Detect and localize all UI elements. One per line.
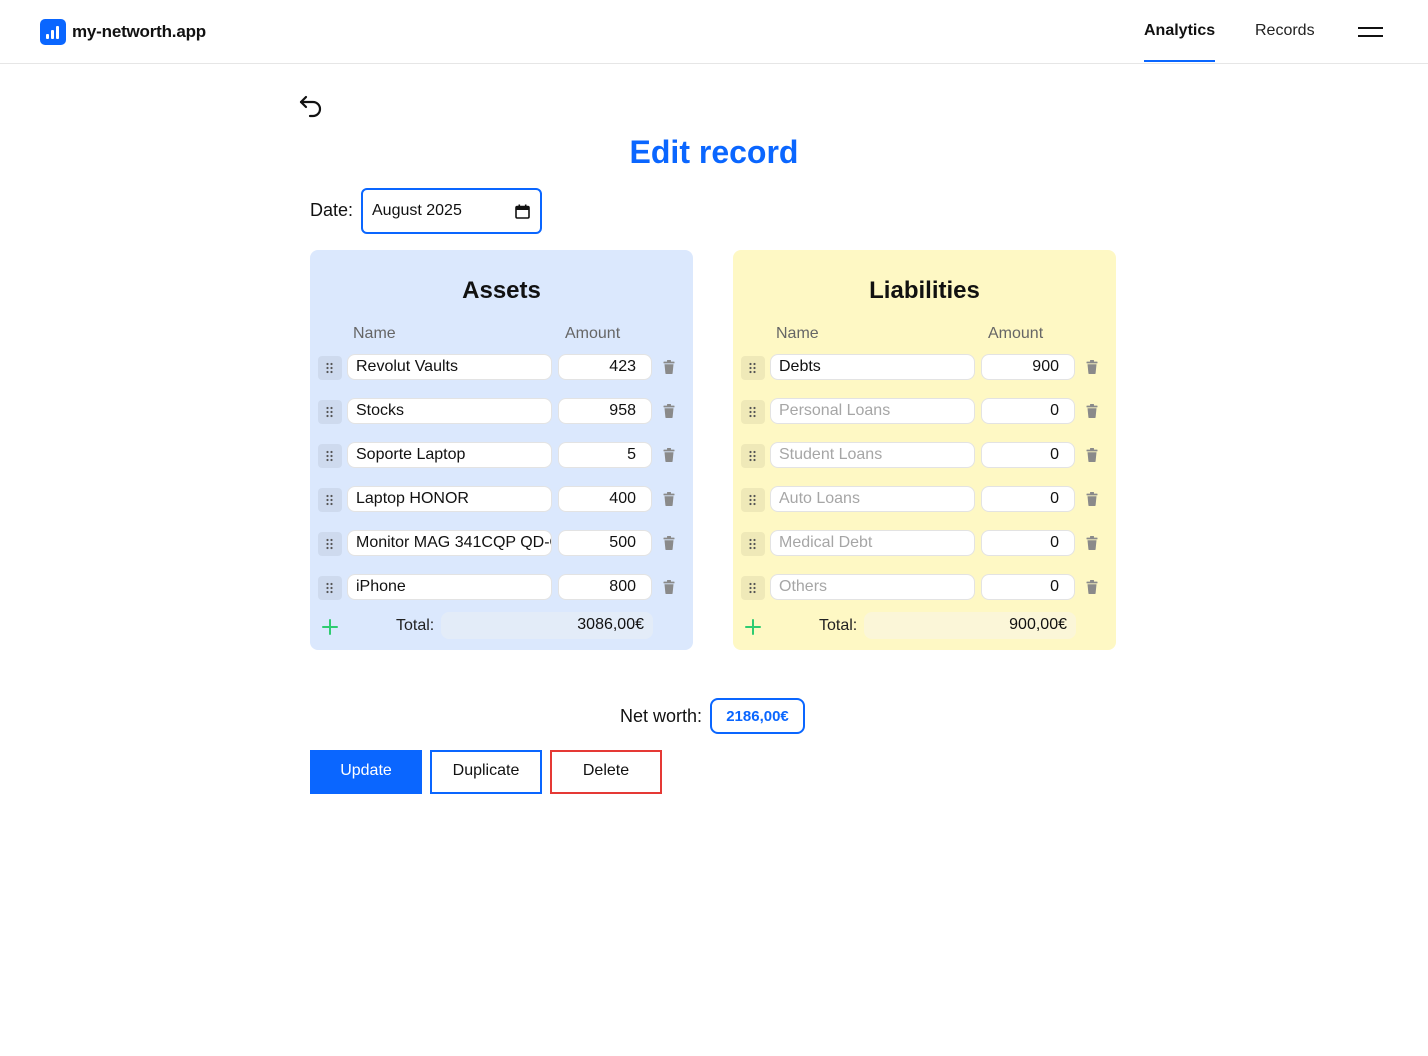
asset-amount-input[interactable]: 958 bbox=[558, 398, 652, 424]
hamburger-icon[interactable] bbox=[1358, 26, 1384, 38]
drag-handle-icon[interactable] bbox=[741, 444, 765, 468]
asset-name-input[interactable]: Revolut Vaults bbox=[347, 354, 552, 380]
page-title: Edit record bbox=[629, 134, 799, 170]
drag-handle-icon[interactable] bbox=[318, 356, 342, 380]
drag-handle-icon[interactable] bbox=[741, 488, 765, 512]
trash-icon[interactable] bbox=[1086, 448, 1098, 462]
liability-amount-input[interactable]: 0 bbox=[981, 574, 1075, 600]
brand-link[interactable]: my-networth.app bbox=[40, 19, 206, 45]
liability-name-input[interactable]: Student Loans bbox=[770, 442, 975, 468]
asset-row: Laptop HONOR 400 bbox=[310, 486, 693, 514]
asset-row: Soporte Laptop 5 bbox=[310, 442, 693, 470]
drag-handle-icon[interactable] bbox=[318, 576, 342, 600]
asset-row: Stocks 958 bbox=[310, 398, 693, 426]
drag-handle-icon[interactable] bbox=[741, 576, 765, 600]
asset-amount-input[interactable]: 5 bbox=[558, 442, 652, 468]
trash-icon[interactable] bbox=[1086, 404, 1098, 418]
trash-icon[interactable] bbox=[663, 448, 675, 462]
liability-row: Personal Loans 0 bbox=[733, 398, 1116, 426]
date-input[interactable]: August 2025 bbox=[361, 188, 542, 234]
drag-handle-icon[interactable] bbox=[318, 488, 342, 512]
asset-amount-input[interactable]: 800 bbox=[558, 574, 652, 600]
bar-chart-icon bbox=[40, 19, 66, 45]
trash-icon[interactable] bbox=[663, 536, 675, 550]
asset-amount-input[interactable]: 400 bbox=[558, 486, 652, 512]
trash-icon[interactable] bbox=[1086, 492, 1098, 506]
asset-amount-input[interactable]: 423 bbox=[558, 354, 652, 380]
liability-row: Auto Loans 0 bbox=[733, 486, 1116, 514]
calendar-icon[interactable] bbox=[515, 204, 530, 219]
undo-arrow-icon[interactable] bbox=[298, 92, 326, 118]
asset-row: iPhone 800 bbox=[310, 574, 693, 602]
liabilities-col-name: Name bbox=[776, 325, 819, 342]
trash-icon[interactable] bbox=[663, 360, 675, 374]
networth-value: 2186,00€ bbox=[710, 698, 805, 734]
liability-amount-input[interactable]: 0 bbox=[981, 486, 1075, 512]
liabilities-total-value: 900,00€ bbox=[864, 612, 1076, 639]
liability-amount-input[interactable]: 0 bbox=[981, 398, 1075, 424]
trash-icon[interactable] bbox=[663, 404, 675, 418]
duplicate-button[interactable]: Duplicate bbox=[430, 750, 542, 794]
asset-name-input[interactable]: Stocks bbox=[347, 398, 552, 424]
liabilities-total-label: Total: bbox=[819, 617, 858, 634]
asset-row: Monitor MAG 341CQP QD-OLED500 bbox=[310, 530, 693, 558]
networth-label: Net worth: bbox=[620, 706, 703, 726]
trash-icon[interactable] bbox=[1086, 360, 1098, 374]
add-asset-button[interactable] bbox=[320, 617, 340, 637]
trash-icon[interactable] bbox=[1086, 536, 1098, 550]
asset-name-input[interactable]: iPhone bbox=[347, 574, 552, 600]
trash-icon[interactable] bbox=[663, 492, 675, 506]
liability-name-input[interactable]: Medical Debt bbox=[770, 530, 975, 556]
liability-row: Debts 900 bbox=[733, 354, 1116, 382]
assets-total-label: Total: bbox=[396, 617, 435, 634]
asset-name-input[interactable]: Laptop HONOR bbox=[347, 486, 552, 512]
liability-name-input[interactable]: Debts bbox=[770, 354, 975, 380]
liability-row: Medical Debt 0 bbox=[733, 530, 1116, 558]
liability-amount-input[interactable]: 900 bbox=[981, 354, 1075, 380]
update-button[interactable]: Update bbox=[310, 750, 422, 794]
add-liability-button[interactable] bbox=[743, 617, 763, 637]
liability-row: Student Loans 0 bbox=[733, 442, 1116, 470]
liability-amount-input[interactable]: 0 bbox=[981, 530, 1075, 556]
liabilities-panel: Liabilities Name Amount Debts 900 Personal… bbox=[733, 250, 1116, 650]
assets-col-amount: Amount bbox=[565, 325, 621, 342]
delete-button[interactable]: Delete bbox=[550, 750, 662, 794]
asset-amount-input[interactable]: 500 bbox=[558, 530, 652, 556]
liabilities-title: Liabilities bbox=[869, 277, 980, 304]
drag-handle-icon[interactable] bbox=[741, 400, 765, 424]
liability-name-input[interactable]: Personal Loans bbox=[770, 398, 975, 424]
top-navbar: my-networth.app Analytics Records bbox=[0, 0, 1428, 64]
trash-icon[interactable] bbox=[663, 580, 675, 594]
trash-icon[interactable] bbox=[1086, 580, 1098, 594]
drag-handle-icon[interactable] bbox=[318, 444, 342, 468]
assets-col-name: Name bbox=[353, 325, 396, 342]
asset-row: Revolut Vaults 423 bbox=[310, 354, 693, 382]
date-label: Date: bbox=[310, 200, 354, 220]
liabilities-col-amount: Amount bbox=[988, 325, 1044, 342]
assets-title: Assets bbox=[462, 277, 541, 304]
nav-records[interactable]: Records bbox=[1255, 22, 1315, 40]
brand-name: my-networth.app bbox=[72, 22, 206, 41]
asset-name-input[interactable]: Soporte Laptop bbox=[347, 442, 552, 468]
drag-handle-icon[interactable] bbox=[318, 400, 342, 424]
drag-handle-icon[interactable] bbox=[741, 356, 765, 380]
drag-handle-icon[interactable] bbox=[318, 532, 342, 556]
liability-name-input[interactable]: Others bbox=[770, 574, 975, 600]
liability-amount-input[interactable]: 0 bbox=[981, 442, 1075, 468]
assets-panel: Assets Name Amount Revolut Vaults 423 Stoc… bbox=[310, 250, 693, 650]
asset-name-input[interactable]: Monitor MAG 341CQP QD-OLED bbox=[347, 530, 552, 556]
liability-name-input[interactable]: Auto Loans bbox=[770, 486, 975, 512]
drag-handle-icon[interactable] bbox=[741, 532, 765, 556]
assets-total-value: 3086,00€ bbox=[441, 612, 653, 639]
nav-analytics[interactable]: Analytics bbox=[1144, 22, 1216, 62]
date-value: August 2025 bbox=[372, 202, 462, 219]
liability-row: Others 0 bbox=[733, 574, 1116, 602]
